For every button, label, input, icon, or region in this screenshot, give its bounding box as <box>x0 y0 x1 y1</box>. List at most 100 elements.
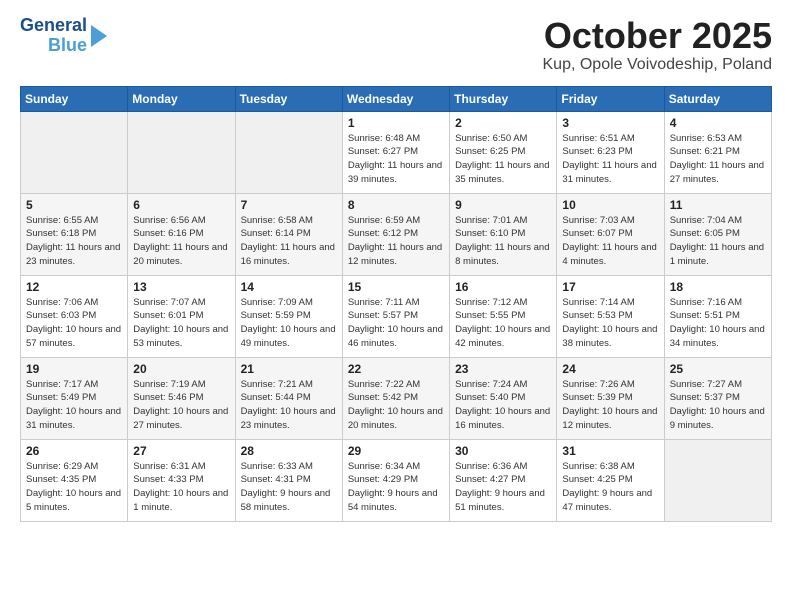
day-number: 21 <box>241 362 337 376</box>
day-info: Sunrise: 6:59 AMSunset: 6:12 PMDaylight:… <box>348 215 442 267</box>
calendar-cell: 25 Sunrise: 7:27 AMSunset: 5:37 PMDaylig… <box>664 357 771 439</box>
day-number: 7 <box>241 198 337 212</box>
day-info: Sunrise: 7:14 AMSunset: 5:53 PMDaylight:… <box>562 297 657 349</box>
day-info: Sunrise: 6:38 AMSunset: 4:25 PMDaylight:… <box>562 461 652 513</box>
month-title: October 2025 <box>543 16 773 56</box>
day-info: Sunrise: 7:01 AMSunset: 6:10 PMDaylight:… <box>455 215 549 267</box>
day-number: 20 <box>133 362 229 376</box>
day-info: Sunrise: 7:22 AMSunset: 5:42 PMDaylight:… <box>348 379 443 431</box>
day-info: Sunrise: 6:53 AMSunset: 6:21 PMDaylight:… <box>670 133 764 185</box>
day-info: Sunrise: 7:07 AMSunset: 6:01 PMDaylight:… <box>133 297 228 349</box>
calendar-week-2: 5 Sunrise: 6:55 AMSunset: 6:18 PMDayligh… <box>21 193 772 275</box>
calendar-cell: 9 Sunrise: 7:01 AMSunset: 6:10 PMDayligh… <box>450 193 557 275</box>
logo-icon <box>89 25 107 47</box>
calendar-cell: 6 Sunrise: 6:56 AMSunset: 6:16 PMDayligh… <box>128 193 235 275</box>
calendar-cell: 1 Sunrise: 6:48 AMSunset: 6:27 PMDayligh… <box>342 111 449 193</box>
calendar-cell: 22 Sunrise: 7:22 AMSunset: 5:42 PMDaylig… <box>342 357 449 439</box>
day-number: 12 <box>26 280 122 294</box>
day-number: 3 <box>562 116 658 130</box>
day-number: 1 <box>348 116 444 130</box>
calendar-cell: 16 Sunrise: 7:12 AMSunset: 5:55 PMDaylig… <box>450 275 557 357</box>
calendar-body: 1 Sunrise: 6:48 AMSunset: 6:27 PMDayligh… <box>21 111 772 521</box>
day-info: Sunrise: 7:04 AMSunset: 6:05 PMDaylight:… <box>670 215 764 267</box>
day-info: Sunrise: 6:34 AMSunset: 4:29 PMDaylight:… <box>348 461 438 513</box>
calendar-cell: 5 Sunrise: 6:55 AMSunset: 6:18 PMDayligh… <box>21 193 128 275</box>
col-wednesday: Wednesday <box>342 86 449 111</box>
day-info: Sunrise: 7:16 AMSunset: 5:51 PMDaylight:… <box>670 297 765 349</box>
calendar-cell: 23 Sunrise: 7:24 AMSunset: 5:40 PMDaylig… <box>450 357 557 439</box>
col-tuesday: Tuesday <box>235 86 342 111</box>
logo-blue: Blue <box>48 36 87 56</box>
title-block: October 2025 Kup, Opole Voivodeship, Pol… <box>543 16 773 74</box>
calendar-cell: 8 Sunrise: 6:59 AMSunset: 6:12 PMDayligh… <box>342 193 449 275</box>
col-sunday: Sunday <box>21 86 128 111</box>
day-number: 18 <box>670 280 766 294</box>
day-info: Sunrise: 6:29 AMSunset: 4:35 PMDaylight:… <box>26 461 121 513</box>
day-number: 11 <box>670 198 766 212</box>
calendar-cell: 7 Sunrise: 6:58 AMSunset: 6:14 PMDayligh… <box>235 193 342 275</box>
day-number: 19 <box>26 362 122 376</box>
day-info: Sunrise: 6:51 AMSunset: 6:23 PMDaylight:… <box>562 133 656 185</box>
day-number: 27 <box>133 444 229 458</box>
day-info: Sunrise: 6:58 AMSunset: 6:14 PMDaylight:… <box>241 215 335 267</box>
calendar-cell: 4 Sunrise: 6:53 AMSunset: 6:21 PMDayligh… <box>664 111 771 193</box>
col-saturday: Saturday <box>664 86 771 111</box>
calendar-cell: 12 Sunrise: 7:06 AMSunset: 6:03 PMDaylig… <box>21 275 128 357</box>
day-number: 16 <box>455 280 551 294</box>
calendar-cell: 24 Sunrise: 7:26 AMSunset: 5:39 PMDaylig… <box>557 357 664 439</box>
calendar-cell <box>21 111 128 193</box>
day-info: Sunrise: 6:36 AMSunset: 4:27 PMDaylight:… <box>455 461 545 513</box>
day-number: 10 <box>562 198 658 212</box>
day-number: 4 <box>670 116 766 130</box>
calendar-cell <box>235 111 342 193</box>
day-number: 22 <box>348 362 444 376</box>
day-info: Sunrise: 7:11 AMSunset: 5:57 PMDaylight:… <box>348 297 443 349</box>
day-number: 5 <box>26 198 122 212</box>
calendar-cell: 18 Sunrise: 7:16 AMSunset: 5:51 PMDaylig… <box>664 275 771 357</box>
calendar-cell: 3 Sunrise: 6:51 AMSunset: 6:23 PMDayligh… <box>557 111 664 193</box>
calendar-cell: 13 Sunrise: 7:07 AMSunset: 6:01 PMDaylig… <box>128 275 235 357</box>
day-number: 6 <box>133 198 229 212</box>
col-friday: Friday <box>557 86 664 111</box>
day-number: 23 <box>455 362 551 376</box>
day-info: Sunrise: 7:24 AMSunset: 5:40 PMDaylight:… <box>455 379 550 431</box>
calendar-cell: 10 Sunrise: 7:03 AMSunset: 6:07 PMDaylig… <box>557 193 664 275</box>
day-number: 15 <box>348 280 444 294</box>
day-info: Sunrise: 6:55 AMSunset: 6:18 PMDaylight:… <box>26 215 120 267</box>
day-info: Sunrise: 7:12 AMSunset: 5:55 PMDaylight:… <box>455 297 550 349</box>
day-number: 24 <box>562 362 658 376</box>
day-number: 17 <box>562 280 658 294</box>
calendar-cell: 17 Sunrise: 7:14 AMSunset: 5:53 PMDaylig… <box>557 275 664 357</box>
day-info: Sunrise: 7:09 AMSunset: 5:59 PMDaylight:… <box>241 297 336 349</box>
calendar-cell: 14 Sunrise: 7:09 AMSunset: 5:59 PMDaylig… <box>235 275 342 357</box>
day-number: 13 <box>133 280 229 294</box>
calendar-cell: 19 Sunrise: 7:17 AMSunset: 5:49 PMDaylig… <box>21 357 128 439</box>
day-info: Sunrise: 7:19 AMSunset: 5:46 PMDaylight:… <box>133 379 228 431</box>
day-info: Sunrise: 7:17 AMSunset: 5:49 PMDaylight:… <box>26 379 121 431</box>
calendar-page: General Blue October 2025 Kup, Opole Voi… <box>0 0 792 612</box>
day-number: 29 <box>348 444 444 458</box>
calendar-cell: 31 Sunrise: 6:38 AMSunset: 4:25 PMDaylig… <box>557 439 664 521</box>
logo-general: General <box>20 16 87 36</box>
day-info: Sunrise: 7:21 AMSunset: 5:44 PMDaylight:… <box>241 379 336 431</box>
calendar-week-1: 1 Sunrise: 6:48 AMSunset: 6:27 PMDayligh… <box>21 111 772 193</box>
col-thursday: Thursday <box>450 86 557 111</box>
day-number: 30 <box>455 444 551 458</box>
calendar-cell: 15 Sunrise: 7:11 AMSunset: 5:57 PMDaylig… <box>342 275 449 357</box>
day-number: 28 <box>241 444 337 458</box>
day-info: Sunrise: 7:06 AMSunset: 6:03 PMDaylight:… <box>26 297 121 349</box>
day-info: Sunrise: 6:50 AMSunset: 6:25 PMDaylight:… <box>455 133 549 185</box>
calendar-cell <box>664 439 771 521</box>
calendar-cell: 20 Sunrise: 7:19 AMSunset: 5:46 PMDaylig… <box>128 357 235 439</box>
calendar-week-5: 26 Sunrise: 6:29 AMSunset: 4:35 PMDaylig… <box>21 439 772 521</box>
logo: General Blue <box>20 16 107 56</box>
calendar-week-4: 19 Sunrise: 7:17 AMSunset: 5:49 PMDaylig… <box>21 357 772 439</box>
location-title: Kup, Opole Voivodeship, Poland <box>543 56 773 74</box>
day-number: 9 <box>455 198 551 212</box>
col-monday: Monday <box>128 86 235 111</box>
header: General Blue October 2025 Kup, Opole Voi… <box>20 16 772 74</box>
day-number: 31 <box>562 444 658 458</box>
day-number: 26 <box>26 444 122 458</box>
day-number: 2 <box>455 116 551 130</box>
calendar-cell: 29 Sunrise: 6:34 AMSunset: 4:29 PMDaylig… <box>342 439 449 521</box>
